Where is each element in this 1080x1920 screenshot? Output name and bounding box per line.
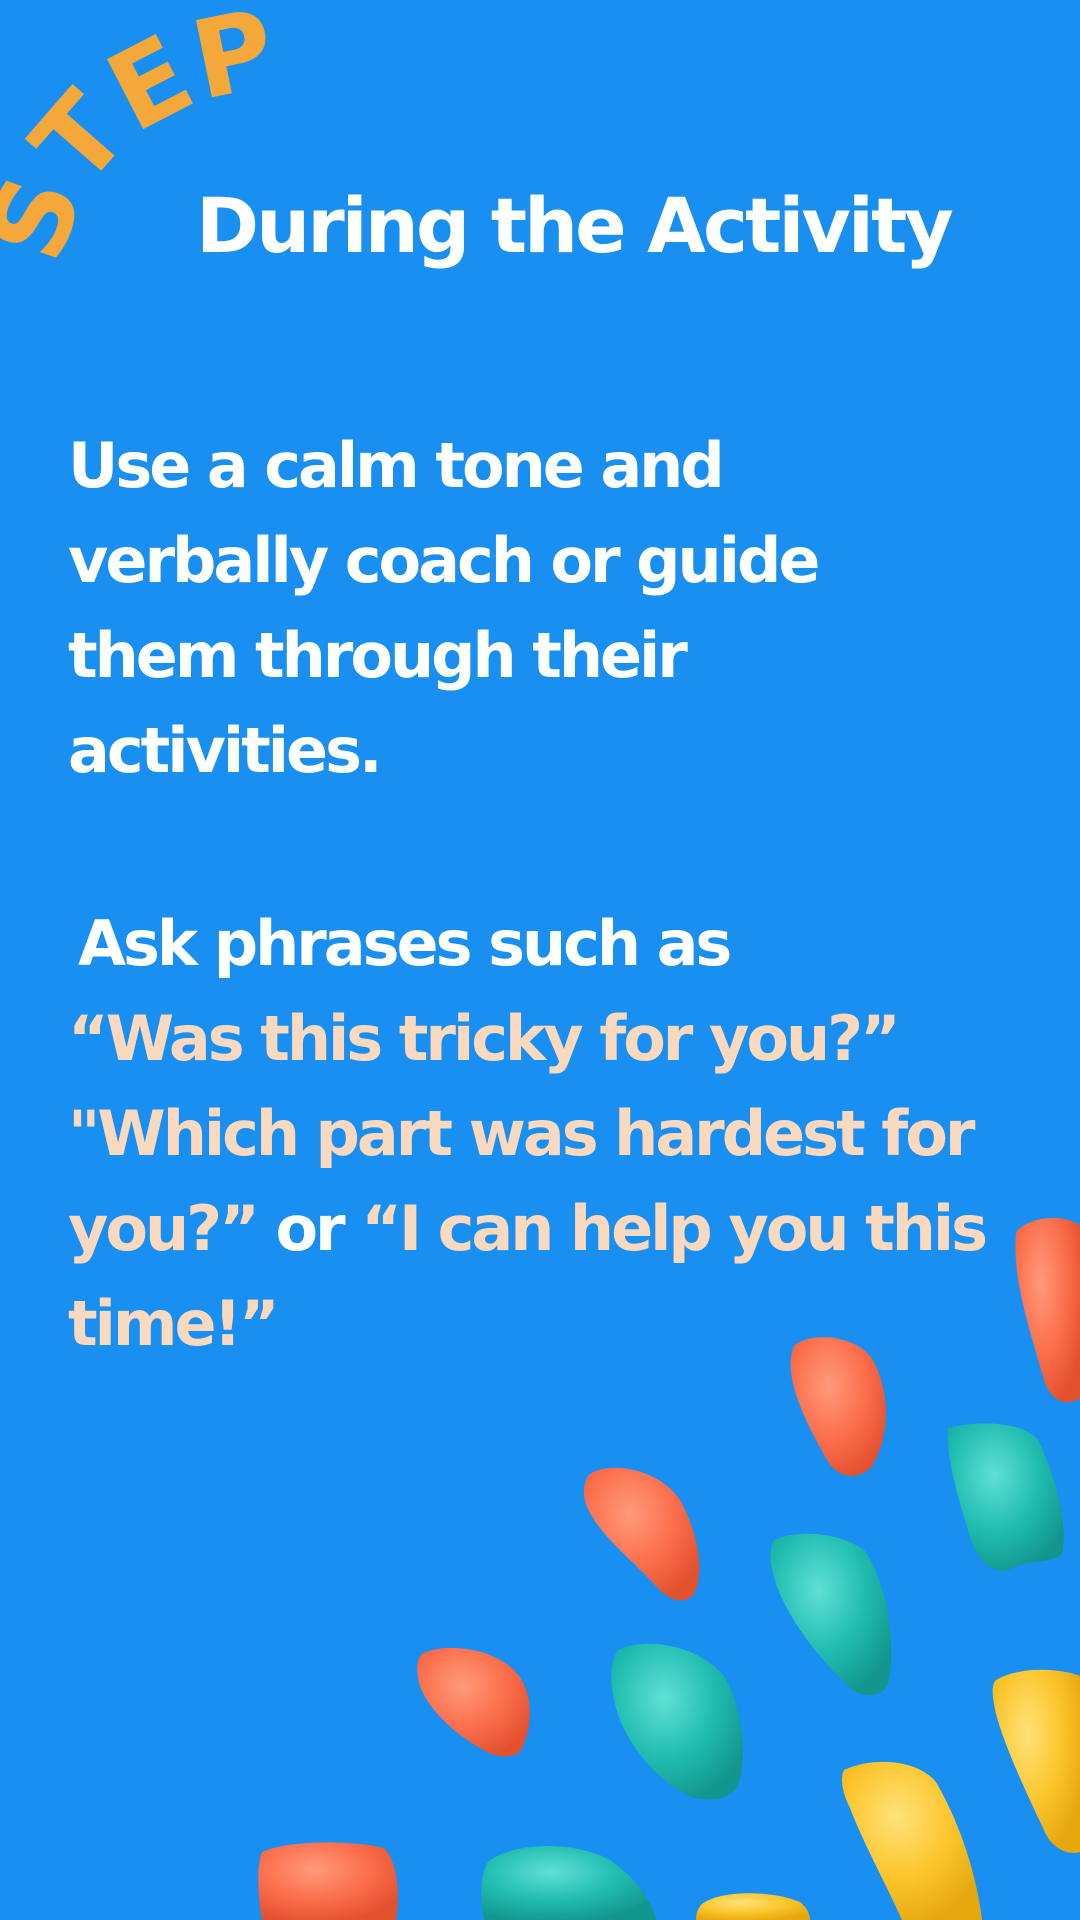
paint-dab-yellow-3 [696,1893,810,1920]
paint-dab-teal-2 [770,1533,892,1696]
page-title: During the Activity [196,181,954,270]
guidance-paragraph: Use a calm tone and verbally coach or gu… [68,429,820,787]
paint-dab-teal-1 [947,1423,1064,1571]
activity-step-page: STEP 5 During the Activity Use a calm to… [0,0,1080,1920]
paint-dab-teal-3 [611,1643,743,1800]
example-phrase-1: “Was this tricky for you?” [68,1002,901,1075]
paint-dab-yellow-1 [992,1669,1080,1853]
phrase-connector: or [256,1192,362,1265]
example-phrases: Ask phrases such as “Was this tricky for… [68,896,1008,1371]
paint-dab-orange-5 [258,1842,398,1920]
paint-dab-orange-3 [583,1467,700,1601]
paint-dab-yellow-2 [842,1761,982,1920]
paint-dab-orange-4 [417,1647,530,1757]
phrases-intro: Ask phrases such as [78,907,732,980]
paint-dab-teal-4 [481,1846,656,1920]
paint-dab-orange-1 [1015,1217,1080,1403]
